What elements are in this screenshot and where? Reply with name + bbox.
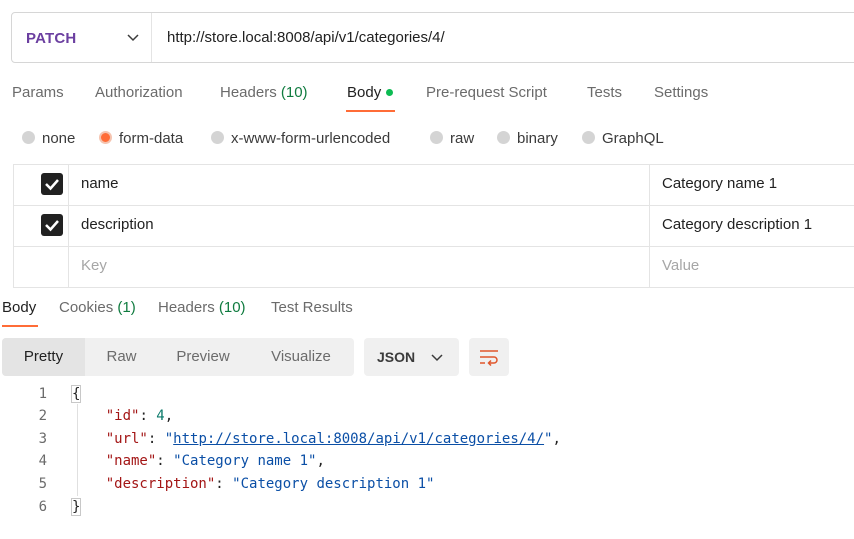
json-key: "name" [105, 453, 157, 469]
view-pretty-button[interactable]: Pretty [2, 338, 85, 376]
column-divider [649, 206, 650, 246]
wrap-lines-button[interactable] [469, 338, 509, 376]
json-number: 4 [156, 408, 165, 424]
table-row-new: Key Value [14, 247, 854, 288]
active-tab-underline [346, 110, 395, 112]
tab-body[interactable]: Body [347, 84, 394, 101]
radio-graphql[interactable]: GraphQL [582, 130, 664, 147]
code-line: { [70, 385, 82, 403]
radio-dot [582, 130, 595, 144]
json-key: "id" [105, 408, 140, 424]
body-indicator-dot [386, 88, 394, 96]
tab-params[interactable]: Params [12, 84, 64, 101]
url-divider [151, 13, 152, 62]
radio-label: none [42, 130, 76, 147]
tab-pre-request-script[interactable]: Pre-request Script [426, 84, 547, 101]
radio-x-www-form-urlencoded[interactable]: x-www-form-urlencoded [211, 130, 390, 147]
radio-binary[interactable]: binary [497, 130, 558, 147]
radio-dot [497, 130, 510, 144]
active-tab-underline [2, 325, 38, 327]
radio-form-data[interactable]: form-data [99, 130, 183, 147]
radio-dot [22, 130, 35, 144]
format-select[interactable]: JSON [364, 338, 459, 376]
line-number: 4 [38, 453, 47, 469]
radio-dot [211, 130, 224, 144]
tab-headers[interactable]: Headers (10) [220, 84, 308, 101]
view-visualize-button[interactable]: Visualize [248, 338, 354, 376]
line-number: 6 [38, 499, 47, 515]
line-number: 3 [38, 431, 47, 447]
radio-dot [430, 130, 443, 144]
param-key[interactable]: name [81, 175, 119, 192]
tab-settings[interactable]: Settings [654, 84, 708, 101]
method-select[interactable]: PATCH [26, 30, 76, 47]
line-number: 5 [38, 476, 47, 492]
radio-raw[interactable]: raw [430, 130, 474, 147]
response-tab-body[interactable]: Body [2, 299, 36, 316]
wrap-icon [480, 350, 498, 366]
json-url-link[interactable]: http://store.local:8008/api/v1/categorie… [173, 431, 544, 447]
value-input[interactable]: Value [662, 257, 699, 274]
code-line: "id": 4, [105, 408, 174, 424]
radio-dot-selected [99, 130, 112, 144]
view-mode-group: Pretty Raw Preview Visualize [2, 338, 354, 376]
code-line: "name": "Category name 1", [105, 453, 325, 469]
key-input[interactable]: Key [81, 257, 107, 274]
radio-label: binary [517, 130, 558, 147]
radio-label: GraphQL [602, 130, 664, 147]
checkbox-cell [14, 206, 69, 246]
checkbox-cell [14, 247, 69, 287]
view-raw-button[interactable]: Raw [85, 338, 158, 376]
radio-none[interactable]: none [22, 130, 75, 147]
table-row: description Category description 1 [14, 206, 854, 247]
tab-count: (1) [117, 299, 136, 316]
table-row: name Category name 1 [14, 165, 854, 206]
view-preview-button[interactable]: Preview [158, 338, 248, 376]
url-input[interactable]: http://store.local:8008/api/v1/categorie… [167, 29, 445, 46]
code-line: } [70, 498, 82, 516]
column-divider [649, 165, 650, 205]
param-value[interactable]: Category description 1 [662, 216, 812, 233]
response-tab-headers[interactable]: Headers (10) [158, 299, 246, 316]
tab-tests[interactable]: Tests [587, 84, 622, 101]
json-key: "description" [105, 476, 216, 492]
request-url-bar: PATCH http://store.local:8008/api/v1/cat… [11, 12, 854, 63]
column-divider [649, 247, 650, 287]
chevron-down-icon [431, 354, 443, 362]
tab-count: (10) [218, 299, 246, 316]
tab-authorization[interactable]: Authorization [95, 84, 183, 101]
checkbox-cell [14, 165, 69, 205]
form-data-table: name Category name 1 description Categor… [13, 164, 854, 288]
format-label: JSON [377, 349, 416, 365]
tab-headers-label: Headers [220, 84, 277, 101]
checkbox-checked-icon[interactable] [41, 173, 63, 195]
radio-label: raw [450, 130, 475, 147]
open-brace: { [70, 385, 82, 403]
line-number: 2 [38, 408, 47, 424]
line-number: 1 [38, 386, 47, 402]
param-key[interactable]: description [81, 216, 154, 233]
response-tab-test-results[interactable]: Test Results [271, 299, 353, 316]
json-key: "url" [105, 431, 148, 447]
tab-body-label: Body [347, 84, 382, 101]
tab-label: Headers [158, 299, 215, 316]
json-string: "Category description 1" [232, 476, 435, 492]
radio-label: x-www-form-urlencoded [231, 130, 391, 147]
code-line: "description": "Category description 1" [105, 476, 435, 492]
checkbox-checked-icon[interactable] [41, 214, 63, 236]
tab-label: Cookies [59, 299, 114, 316]
response-tab-cookies[interactable]: Cookies (1) [59, 299, 136, 316]
param-value[interactable]: Category name 1 [662, 175, 777, 192]
tab-headers-count: (10) [280, 84, 308, 101]
code-line: "url": "http://store.local:8008/api/v1/c… [105, 431, 561, 447]
json-string: "Category name 1" [173, 453, 317, 469]
radio-label: form-data [119, 130, 184, 147]
close-brace: } [70, 498, 82, 516]
chevron-down-icon[interactable] [125, 29, 141, 45]
